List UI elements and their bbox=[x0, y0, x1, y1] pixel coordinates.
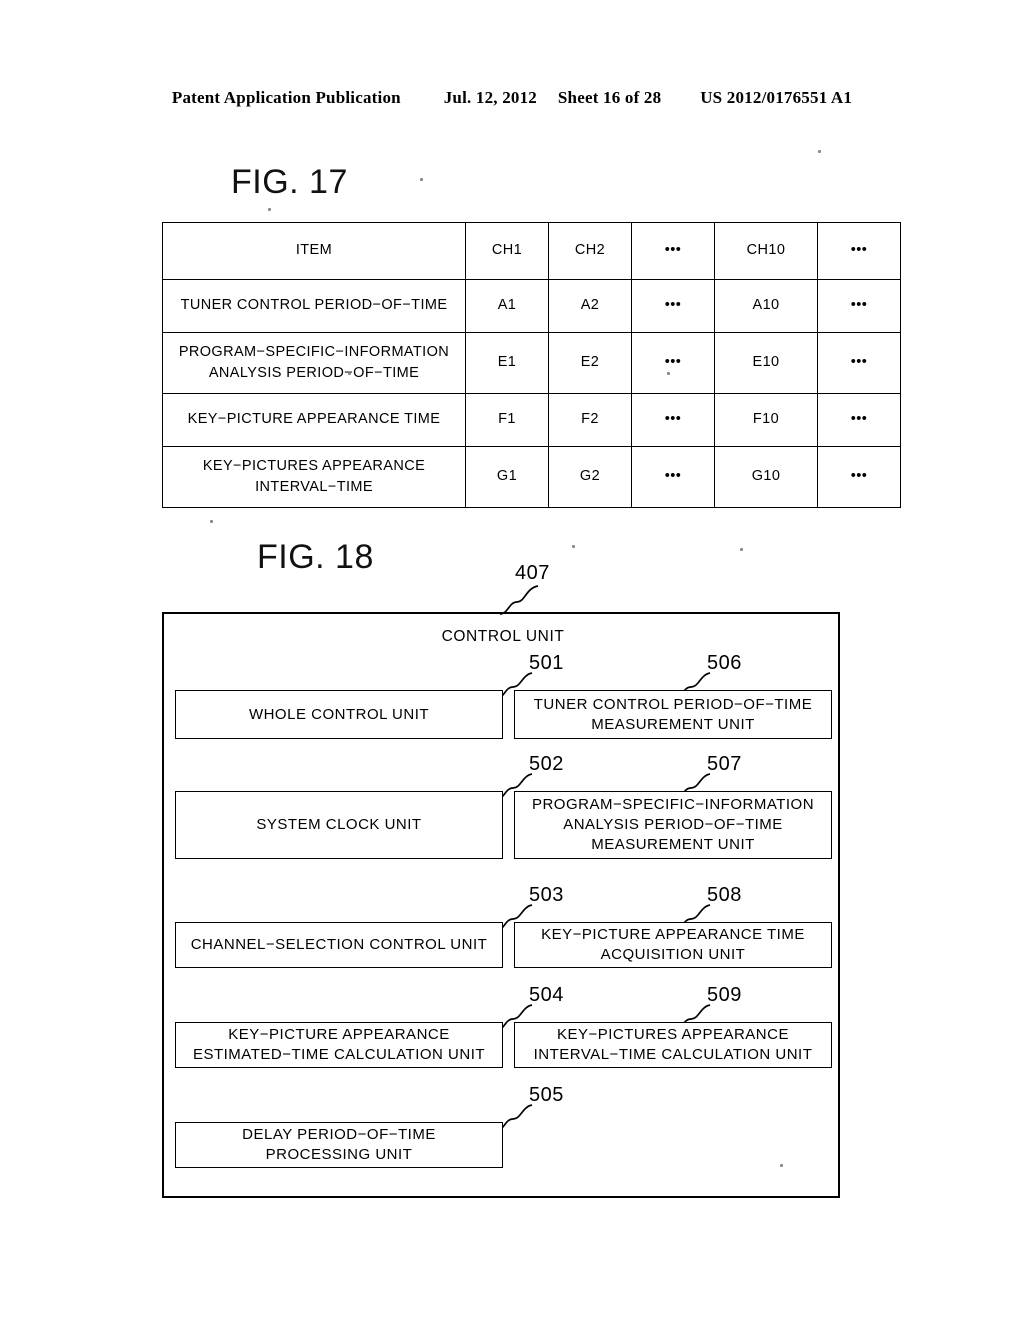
ref-numeral-407: 407 bbox=[515, 562, 550, 584]
scan-speck bbox=[210, 520, 213, 523]
table-header-item: ITEM bbox=[162, 222, 466, 280]
unit-box-label: KEY−PICTURE APPEARANCE ESTIMATED−TIME CAL… bbox=[193, 1025, 485, 1065]
table-header-tail-ellipsis: ••• bbox=[817, 222, 901, 280]
ref-numeral-504: 504 bbox=[529, 984, 564, 1006]
unit-box-line-1: TUNER CONTROL PERIOD−OF−TIME bbox=[533, 695, 813, 713]
cell-g10: G10 bbox=[714, 446, 818, 508]
header-sheet-number: Sheet 16 of 28 bbox=[557, 88, 662, 107]
ref-numeral-505: 505 bbox=[529, 1084, 564, 1106]
table-header-row: ITEM CH1 CH2 ••• CH10 ••• bbox=[162, 222, 901, 280]
cell-g-tail-ellipsis: ••• bbox=[817, 446, 901, 508]
row-label-line-1: PROGRAM−SPECIFIC−INFORMATION bbox=[178, 343, 450, 360]
scan-speck bbox=[348, 372, 351, 375]
unit-box-key-picture-appearance-time-acquisition-unit[interactable]: KEY−PICTURE APPEARANCE TIME ACQUISITION U… bbox=[514, 922, 832, 968]
table-header-ch2: CH2 bbox=[548, 222, 632, 280]
figure-18-title: FIG. 18 bbox=[257, 538, 374, 576]
unit-box-label: SYSTEM CLOCK UNIT bbox=[256, 816, 422, 834]
row-label-key-picture-appearance-time: KEY−PICTURE APPEARANCE TIME bbox=[162, 393, 466, 447]
unit-box-line-1: KEY−PICTURES APPEARANCE bbox=[556, 1026, 789, 1044]
cell-g-mid-ellipsis: ••• bbox=[631, 446, 715, 508]
ref-numeral-503: 503 bbox=[529, 884, 564, 906]
unit-box-tuner-control-period-measurement-unit[interactable]: TUNER CONTROL PERIOD−OF−TIME MEASUREMENT … bbox=[514, 690, 832, 739]
unit-box-delay-period-processing-unit[interactable]: DELAY PERIOD−OF−TIME PROCESSING UNIT bbox=[175, 1122, 503, 1168]
row-label-line-2: ANALYSIS PERIOD−OF−TIME bbox=[208, 365, 420, 381]
unit-box-line-2: INTERVAL−TIME CALCULATION UNIT bbox=[533, 1046, 813, 1063]
unit-box-label: TUNER CONTROL PERIOD−OF−TIME MEASUREMENT … bbox=[534, 695, 812, 735]
unit-box-line-2: PROCESSING UNIT bbox=[265, 1146, 413, 1163]
unit-box-whole-control-unit[interactable]: WHOLE CONTROL UNIT bbox=[175, 690, 503, 739]
unit-box-line-2: MEASUREMENT UNIT bbox=[591, 715, 755, 733]
cell-g1: G1 bbox=[465, 446, 549, 508]
figure-18-control-unit-container: CONTROL UNIT 501 WHOLE CONTROL UNIT 506 … bbox=[162, 612, 840, 1198]
unit-box-line-1: PROGRAM−SPECIFIC−INFORMATION bbox=[531, 796, 815, 814]
cell-e-tail-ellipsis: ••• bbox=[817, 332, 901, 394]
unit-box-label: CHANNEL−SELECTION CONTROL UNIT bbox=[190, 936, 488, 954]
scan-speck bbox=[818, 150, 821, 153]
cell-e-mid-ellipsis: ••• bbox=[631, 332, 715, 394]
figure-17-title: FIG. 17 bbox=[231, 163, 348, 201]
scan-speck bbox=[572, 545, 575, 548]
table-row: KEY−PICTURES APPEARANCE INTERVAL−TIME G1… bbox=[162, 446, 901, 508]
cell-f-mid-ellipsis: ••• bbox=[631, 393, 715, 447]
row-label-line-2: INTERVAL−TIME bbox=[255, 479, 373, 495]
unit-box-label: DELAY PERIOD−OF−TIME PROCESSING UNIT bbox=[242, 1125, 436, 1165]
ref-numeral-501: 501 bbox=[529, 652, 564, 674]
cell-f-tail-ellipsis: ••• bbox=[817, 393, 901, 447]
table-row: TUNER CONTROL PERIOD−OF−TIME A1 A2 ••• A… bbox=[162, 279, 901, 333]
cell-f10: F10 bbox=[714, 393, 818, 447]
cell-e1: E1 bbox=[465, 332, 549, 394]
scan-speck bbox=[667, 372, 670, 375]
cell-f2: F2 bbox=[548, 393, 632, 447]
cell-a2: A2 bbox=[548, 279, 632, 333]
ref-numeral-509: 509 bbox=[707, 984, 742, 1006]
row-label-key-pictures-interval-time: KEY−PICTURES APPEARANCE INTERVAL−TIME bbox=[162, 446, 466, 508]
unit-box-line-1: KEY−PICTURE APPEARANCE TIME bbox=[541, 926, 805, 944]
cell-f1: F1 bbox=[465, 393, 549, 447]
header-patent-number: US 2012/0176551 A1 bbox=[700, 88, 853, 107]
unit-box-line-2: ACQUISITION UNIT bbox=[600, 946, 746, 963]
unit-box-line-2: ANALYSIS PERIOD−OF−TIME bbox=[563, 816, 783, 834]
unit-box-line-3: MEASUREMENT UNIT bbox=[591, 835, 755, 853]
unit-box-key-picture-appearance-estimated-time-calculation-unit[interactable]: KEY−PICTURE APPEARANCE ESTIMATED−TIME CAL… bbox=[175, 1022, 503, 1068]
unit-box-line-1: DELAY PERIOD−OF−TIME bbox=[242, 1126, 436, 1144]
ref-numeral-507: 507 bbox=[707, 753, 742, 775]
ref-numeral-506: 506 bbox=[707, 652, 742, 674]
scan-speck bbox=[420, 178, 423, 181]
unit-box-label: KEY−PICTURES APPEARANCE INTERVAL−TIME CAL… bbox=[534, 1025, 813, 1065]
table-row: KEY−PICTURE APPEARANCE TIME F1 F2 ••• F1… bbox=[162, 393, 901, 447]
row-label-line-1: KEY−PICTURES APPEARANCE bbox=[202, 457, 426, 474]
cell-e10: E10 bbox=[714, 332, 818, 394]
ref-numeral-508: 508 bbox=[707, 884, 742, 906]
row-label-tuner-control-period: TUNER CONTROL PERIOD−OF−TIME bbox=[162, 279, 466, 333]
cell-a10: A10 bbox=[714, 279, 818, 333]
unit-box-channel-selection-control-unit[interactable]: CHANNEL−SELECTION CONTROL UNIT bbox=[175, 922, 503, 968]
row-label-psi-analysis-period: PROGRAM−SPECIFIC−INFORMATION ANALYSIS PE… bbox=[162, 332, 466, 394]
header-date: Jul. 12, 2012 bbox=[443, 88, 537, 107]
unit-box-label: WHOLE CONTROL UNIT bbox=[248, 705, 430, 723]
control-unit-label: CONTROL UNIT bbox=[441, 628, 565, 645]
unit-box-psi-analysis-period-measurement-unit[interactable]: PROGRAM−SPECIFIC−INFORMATION ANALYSIS PER… bbox=[514, 791, 832, 859]
cell-a-tail-ellipsis: ••• bbox=[817, 279, 901, 333]
cell-g2: G2 bbox=[548, 446, 632, 508]
ref-numeral-502: 502 bbox=[529, 753, 564, 775]
table-header-mid-ellipsis: ••• bbox=[631, 222, 715, 280]
header-publication-title: Patent Application Publication bbox=[171, 88, 401, 107]
unit-box-label: PROGRAM−SPECIFIC−INFORMATION ANALYSIS PER… bbox=[532, 795, 814, 854]
cell-a-mid-ellipsis: ••• bbox=[631, 279, 715, 333]
unit-box-system-clock-unit[interactable]: SYSTEM CLOCK UNIT bbox=[175, 791, 503, 859]
unit-box-line-1: KEY−PICTURE APPEARANCE bbox=[228, 1026, 450, 1044]
scan-speck bbox=[740, 548, 743, 551]
page-header: Patent Application Publication Jul. 12, … bbox=[0, 88, 1024, 108]
figure-17-table: ITEM CH1 CH2 ••• CH10 ••• TUNER CONTROL … bbox=[162, 222, 901, 508]
scan-speck bbox=[268, 208, 271, 211]
cell-a1: A1 bbox=[465, 279, 549, 333]
unit-box-line-2: ESTIMATED−TIME CALCULATION UNIT bbox=[192, 1046, 486, 1063]
unit-box-key-pictures-appearance-interval-time-calculation-unit[interactable]: KEY−PICTURES APPEARANCE INTERVAL−TIME CAL… bbox=[514, 1022, 832, 1068]
cell-e2: E2 bbox=[548, 332, 632, 394]
table-row: PROGRAM−SPECIFIC−INFORMATION ANALYSIS PE… bbox=[162, 332, 901, 394]
table-header-ch10: CH10 bbox=[714, 222, 818, 280]
table-header-ch1: CH1 bbox=[465, 222, 549, 280]
scan-speck bbox=[780, 1164, 783, 1167]
unit-box-label: KEY−PICTURE APPEARANCE TIME ACQUISITION U… bbox=[541, 925, 805, 965]
